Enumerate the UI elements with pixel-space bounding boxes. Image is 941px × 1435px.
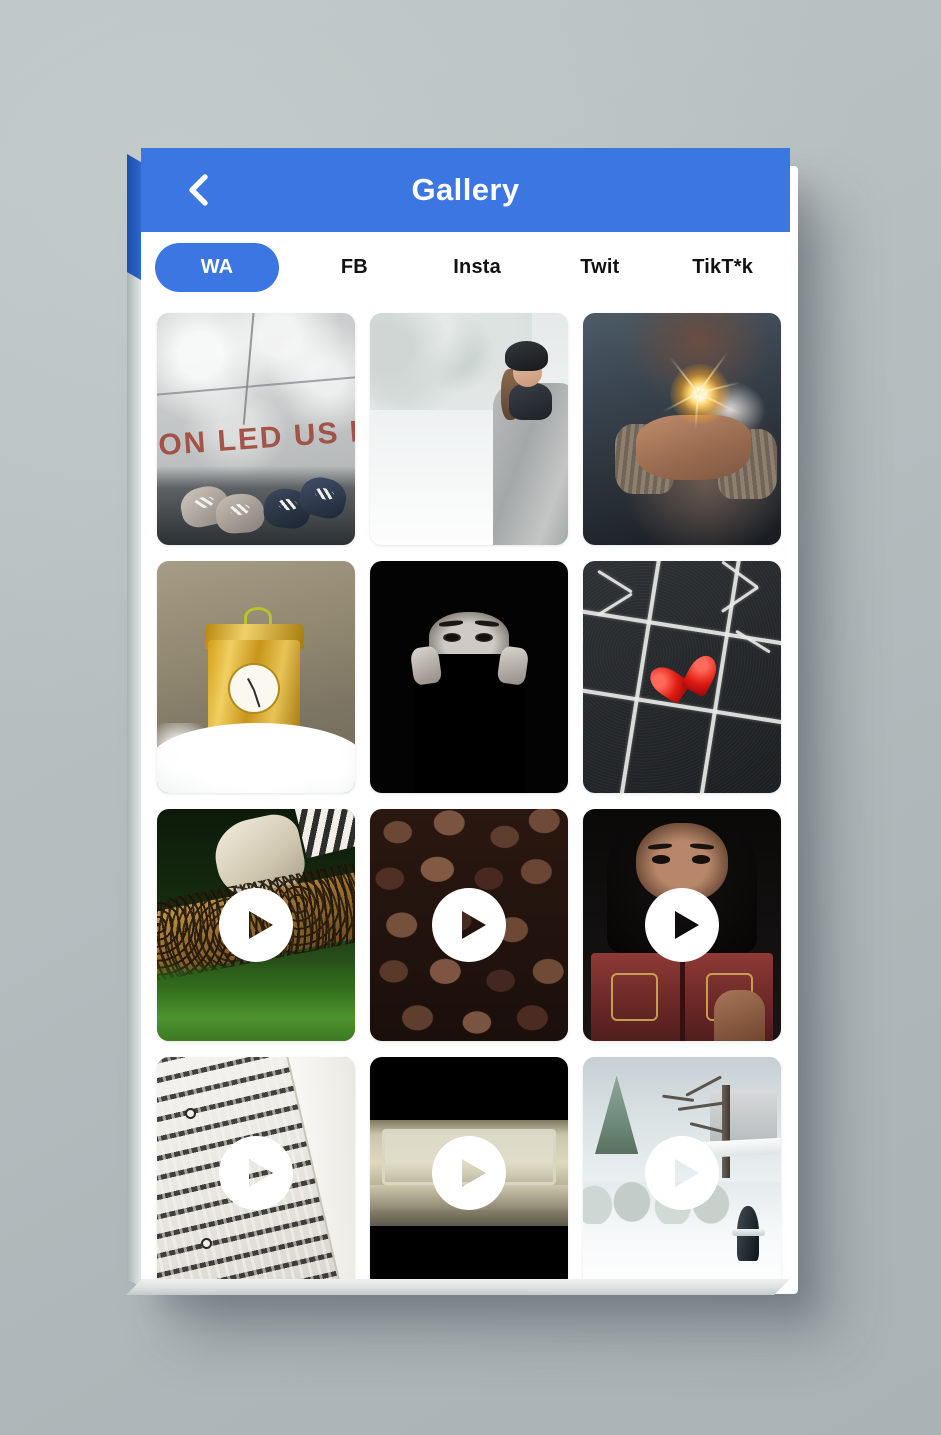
gallery-item-photo[interactable] xyxy=(583,561,781,793)
play-icon[interactable] xyxy=(645,1136,719,1210)
tab-fb[interactable]: FB xyxy=(293,243,416,292)
gallery-item-video[interactable] xyxy=(370,809,568,1041)
tab-insta[interactable]: Insta xyxy=(416,243,539,292)
gallery-item-video[interactable] xyxy=(583,1057,781,1279)
thumbnail-image: ION LED US H xyxy=(157,313,355,545)
gallery-item-video[interactable] xyxy=(157,1057,355,1279)
thumbnail-image xyxy=(583,313,781,545)
gallery-item-photo[interactable] xyxy=(370,313,568,545)
page-title: Gallery xyxy=(411,172,520,207)
play-icon[interactable] xyxy=(432,1136,506,1210)
gallery-grid: ION LED US H xyxy=(141,303,790,1279)
thumbnail-image xyxy=(370,561,568,793)
tab-twit[interactable]: Twit xyxy=(539,243,662,292)
thumbnail-image xyxy=(370,313,568,545)
tab-wa[interactable]: WA xyxy=(155,243,279,292)
gallery-item-video[interactable] xyxy=(370,1057,568,1279)
gallery-item-photo[interactable] xyxy=(370,561,568,793)
gallery-item-photo[interactable] xyxy=(583,313,781,545)
tab-bar: WA FB Insta Twit TikT*k xyxy=(141,232,790,303)
play-icon[interactable] xyxy=(432,888,506,962)
app-screen: Gallery WA FB Insta Twit TikT*k ION LED … xyxy=(141,148,790,1279)
gallery-item-photo[interactable] xyxy=(157,561,355,793)
play-icon[interactable] xyxy=(645,888,719,962)
gallery-item-photo[interactable]: ION LED US H xyxy=(157,313,355,545)
thumbnail-image xyxy=(583,561,781,793)
device-bottom-edge xyxy=(126,1277,792,1295)
play-icon[interactable] xyxy=(219,1136,293,1210)
gallery-item-video[interactable] xyxy=(583,809,781,1041)
chevron-left-icon xyxy=(185,173,211,207)
thumbnail-image xyxy=(157,561,355,793)
app-header: Gallery xyxy=(141,148,790,232)
gallery-item-video[interactable] xyxy=(157,809,355,1041)
heart-shape xyxy=(658,651,713,705)
tab-tiktok[interactable]: TikT*k xyxy=(661,243,784,292)
image-overlay-text: ION LED US H xyxy=(157,414,355,463)
play-icon[interactable] xyxy=(219,888,293,962)
back-button[interactable] xyxy=(175,167,221,213)
phone-mockup: Gallery WA FB Insta Twit TikT*k ION LED … xyxy=(126,148,792,1295)
